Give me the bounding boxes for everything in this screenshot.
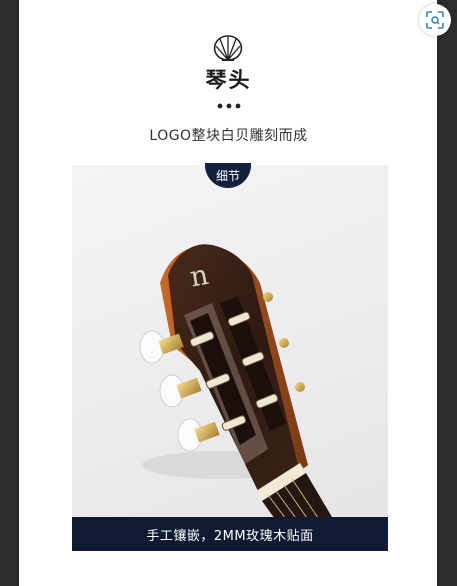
seashell-icon [213,35,243,61]
scan-icon [426,11,444,29]
visual-search-button[interactable] [419,4,451,36]
section-subtitle: LOGO整块白贝雕刻而成 [149,128,308,144]
photo-caption: 手工镶嵌，2MM玫瑰木贴面 [72,517,388,551]
viewer-frame: 琴头 LOGO整块白贝雕刻而成 n 细节 手工镶嵌，2MM玫瑰木贴面 [0,0,457,586]
guitar-headstock-photo: n [72,165,388,551]
guitar-headstock-illustration: n [139,244,352,551]
dots-divider [217,103,241,109]
section-title: 琴头 [205,68,252,92]
